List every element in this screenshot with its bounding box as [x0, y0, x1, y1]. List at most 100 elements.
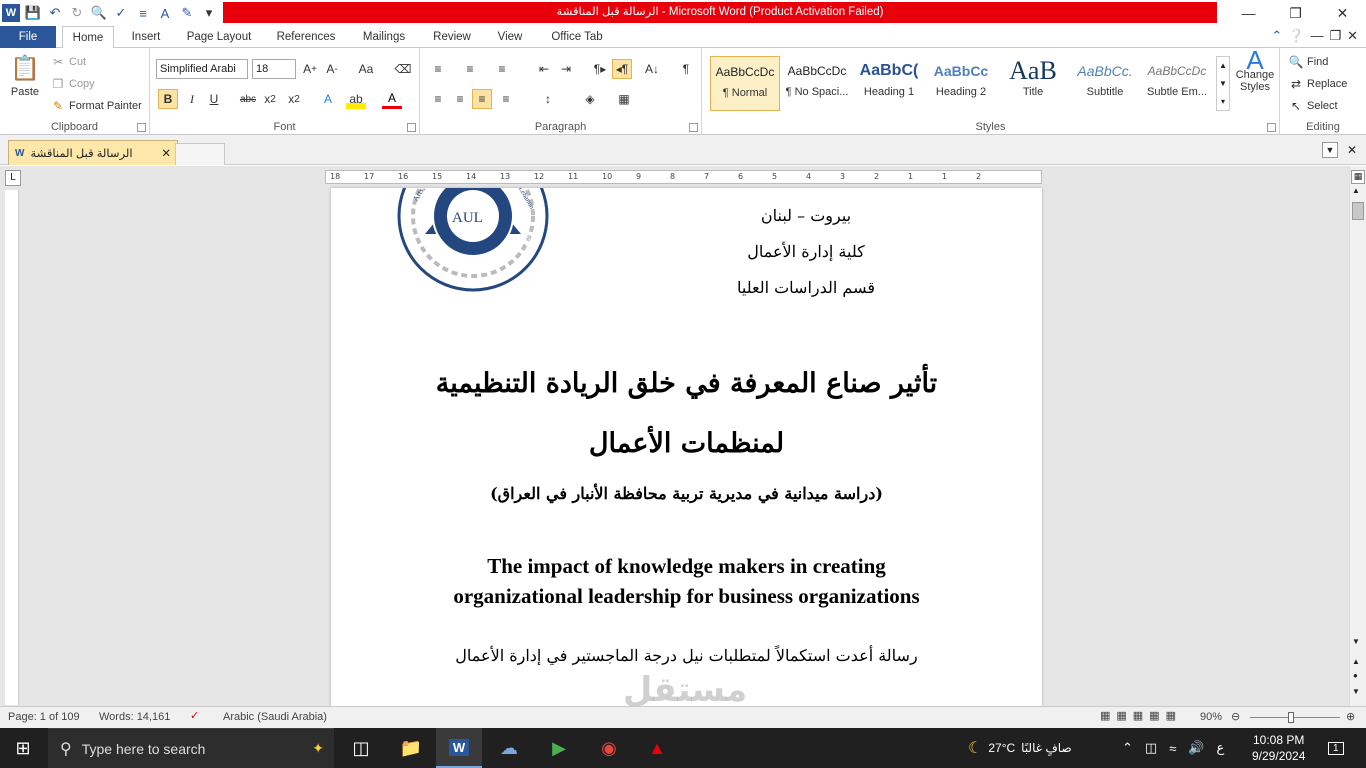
volume-icon[interactable]: 🔊	[1188, 740, 1204, 756]
grow-font-icon[interactable]: A +	[300, 59, 320, 79]
copy-button[interactable]: ❐ Copy	[50, 76, 95, 92]
prev-page-icon[interactable]: ▲	[1352, 657, 1360, 666]
zoom-level[interactable]: 90%	[1200, 711, 1222, 723]
scroll-down-icon[interactable]: ▼	[1352, 637, 1360, 646]
weather-widget[interactable]: ☾ 27°C صافٍ غالبًا	[968, 728, 1072, 768]
new-tab[interactable]	[175, 143, 225, 165]
format-painter-button[interactable]: ✎ Format Painter	[50, 98, 142, 114]
rtl-icon[interactable]: ◂¶	[612, 59, 632, 79]
cut-button[interactable]: ✂ Cut	[50, 54, 86, 70]
clock[interactable]: 10:08 PM 9/29/2024	[1252, 728, 1305, 768]
tab-references[interactable]: References	[270, 26, 342, 48]
clear-format-icon[interactable]: ⌫	[393, 59, 413, 79]
font-color-icon[interactable]: A	[382, 89, 402, 109]
styles-launcher[interactable]	[1267, 123, 1276, 132]
find-button[interactable]: 🔍 Find	[1288, 54, 1329, 70]
shrink-font-icon[interactable]: A-	[322, 59, 342, 79]
tab-review[interactable]: Review	[426, 26, 478, 48]
page-count[interactable]: Page: 1 of 109	[8, 711, 80, 723]
document-page[interactable]: AUL Arts, Sciences Technology in Lebanon…	[331, 188, 1042, 706]
tab-page-layout[interactable]: Page Layout	[180, 26, 258, 48]
scroll-thumb[interactable]	[1352, 202, 1364, 220]
highlight-icon[interactable]: ab	[346, 89, 366, 109]
align-center-icon[interactable]: ≡	[450, 89, 470, 109]
style-title[interactable]: AaB Title	[998, 56, 1068, 111]
style-subtle-emphasis[interactable]: AaBbCcDc Subtle Em...	[1142, 56, 1212, 111]
app-icon-1[interactable]: ☁	[486, 728, 532, 768]
input-language[interactable]: ع	[1217, 740, 1225, 756]
change-case-icon[interactable]: Aa	[353, 59, 379, 79]
show-marks-icon[interactable]: ¶	[676, 59, 696, 79]
style-normal[interactable]: AaBbCcDc ¶ Normal	[710, 56, 780, 111]
bold-icon[interactable]: B	[158, 89, 178, 109]
font-launcher[interactable]	[407, 123, 416, 132]
format-painter-qat-icon[interactable]: ✎	[178, 4, 196, 22]
text-direction-icon[interactable]: A	[156, 4, 174, 22]
scroll-up-icon[interactable]: ▲	[1352, 186, 1360, 195]
close-button[interactable]: ✕	[1319, 0, 1366, 26]
clipboard-launcher[interactable]	[137, 123, 146, 132]
word-taskbar-icon[interactable]: W	[436, 728, 482, 768]
browse-object-icon[interactable]: ●	[1353, 671, 1358, 680]
restore-doc-icon[interactable]: ❐	[1329, 28, 1341, 44]
battery-icon[interactable]: ◫	[1145, 740, 1157, 756]
change-styles-button[interactable]: A Change Styles	[1234, 47, 1276, 93]
tab-selector[interactable]: L	[5, 170, 21, 186]
underline-icon[interactable]: U	[204, 89, 224, 109]
close-tab-icon[interactable]: ✕	[161, 146, 171, 160]
style-heading-2[interactable]: AaBbCc Heading 2	[926, 56, 996, 111]
app-icon-2[interactable]: ▶	[536, 728, 582, 768]
save-icon[interactable]: 💾	[24, 4, 42, 22]
chevron-up-tray-icon[interactable]: ⌃	[1122, 740, 1133, 756]
text-effects-icon[interactable]: A	[318, 89, 338, 109]
zoom-slider[interactable]	[1250, 712, 1340, 723]
align-left-icon[interactable]: ≡	[428, 89, 448, 109]
tab-office-tab[interactable]: Office Tab	[543, 26, 611, 48]
multilevel-list-icon[interactable]: ≡	[492, 59, 512, 79]
chevron-up-icon[interactable]: ⌃	[1271, 28, 1282, 44]
paste-button[interactable]: 📋 Paste	[8, 54, 42, 98]
style-subtitle[interactable]: AaBbCc. Subtitle	[1070, 56, 1140, 111]
minimize-doc-icon[interactable]: —	[1310, 28, 1323, 44]
vertical-scrollbar[interactable]: ▦ ▲ ▼ ▲ ● ▼	[1349, 166, 1366, 706]
justify-icon[interactable]: ≡	[496, 89, 516, 109]
horizontal-ruler[interactable]: 18 17 16 15 14 13 12 11 10 9 8 7 6 5 4 3 2 1 1 2	[325, 170, 1042, 184]
undo-icon[interactable]: ↶	[46, 4, 64, 22]
numbering-list-icon[interactable]: ≡	[460, 59, 480, 79]
styles-scroll[interactable]: ▲ ▼ ▾	[1216, 56, 1230, 111]
borders-icon[interactable]: ▦	[614, 89, 634, 109]
ltr-icon[interactable]: ¶▸	[590, 59, 610, 79]
tab-view[interactable]: View	[490, 26, 530, 48]
tab-home[interactable]: Home	[62, 26, 114, 49]
font-size-box[interactable]: 18	[252, 59, 296, 79]
file-explorer-icon[interactable]: 📁	[388, 728, 434, 768]
subscript-icon[interactable]: x2	[260, 89, 280, 109]
zoom-out-icon[interactable]: ⊖	[1231, 710, 1240, 723]
view-ruler-icon[interactable]: ▦	[1351, 170, 1365, 184]
vertical-ruler[interactable]	[5, 190, 19, 705]
italic-icon[interactable]: I	[182, 89, 202, 109]
wifi-icon[interactable]: ≈	[1169, 741, 1176, 756]
taskbar-search[interactable]: ⚲ Type here to search ✦	[48, 728, 334, 768]
pdf-icon[interactable]: ▲	[634, 728, 680, 768]
numbering-icon[interactable]: ≡	[134, 4, 152, 22]
word-count[interactable]: Words: 14,161	[99, 711, 170, 723]
word-app-icon[interactable]: W	[2, 4, 20, 22]
paragraph-launcher[interactable]	[689, 123, 698, 132]
help-icon[interactable]: ❔	[1288, 28, 1304, 44]
superscript-icon[interactable]: x2	[284, 89, 304, 109]
task-view-icon[interactable]: ◫	[338, 728, 384, 768]
style-no-spacing[interactable]: AaBbCcDc ¶ No Spaci...	[782, 56, 852, 111]
minimize-button[interactable]: —	[1225, 0, 1272, 26]
bullets-icon[interactable]: ≡	[428, 59, 448, 79]
zoom-slider-thumb[interactable]	[1288, 712, 1294, 723]
zoom-in-icon[interactable]: ⊕	[1346, 710, 1355, 723]
close-doc-icon[interactable]: ✕	[1347, 28, 1358, 44]
windows-start-icon[interactable]: ⊞	[0, 728, 46, 768]
restore-button[interactable]: ❐	[1272, 0, 1319, 26]
language[interactable]: Arabic (Saudi Arabia)	[223, 711, 327, 723]
customize-qat-icon[interactable]: ▾	[200, 4, 218, 22]
tab-list-icon[interactable]: ▼	[1322, 142, 1338, 158]
increase-indent-icon[interactable]: ⇥	[556, 59, 576, 79]
line-spacing-icon[interactable]: ↕	[538, 89, 558, 109]
